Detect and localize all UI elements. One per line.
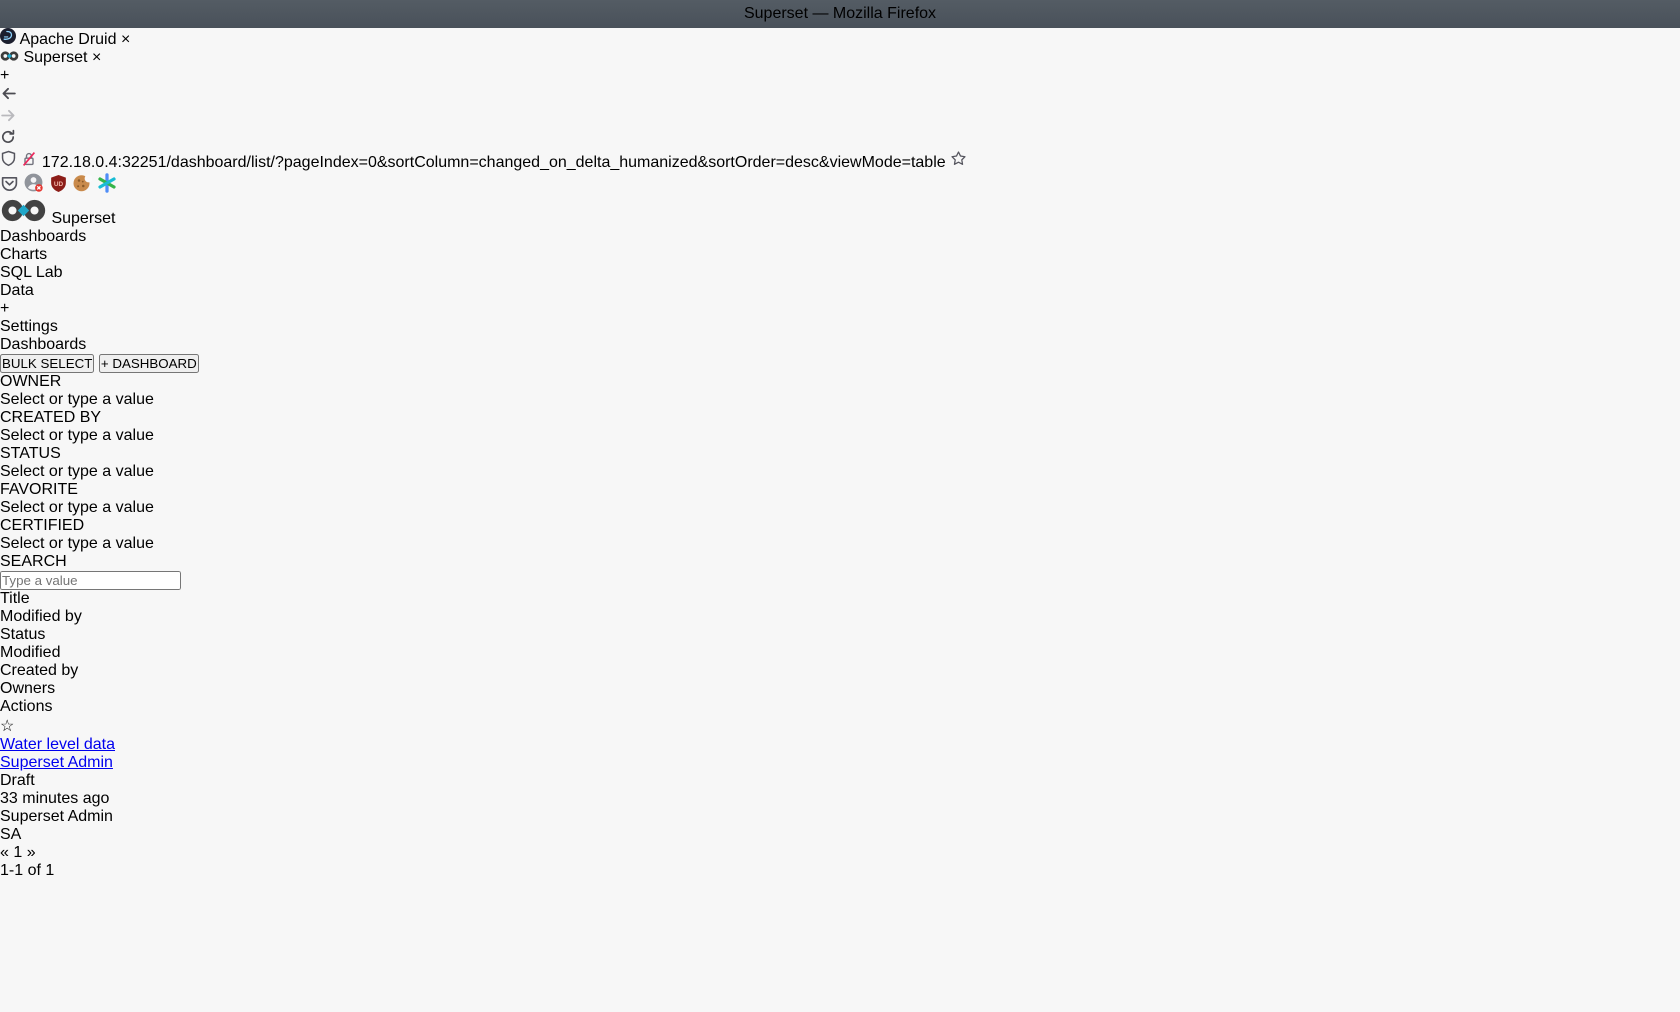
nav-item-dashboards[interactable]: Dashboards (0, 228, 1680, 246)
brand-text: Superset (51, 210, 115, 227)
next-page-button[interactable]: » (27, 844, 36, 861)
pagination-summary: 1-1 of 1 (0, 862, 1680, 880)
tab-close-icon[interactable]: × (121, 31, 130, 48)
page-title: Dashboards (0, 336, 1680, 354)
plus-icon: + (0, 300, 9, 317)
asterisk-icon (97, 173, 117, 193)
url-bar[interactable]: 172.18.0.4:32251/dashboard/list/?pageInd… (0, 150, 1680, 172)
filter-label-favorite: FAVORITE (0, 481, 1680, 499)
reload-button[interactable] (0, 129, 1680, 150)
settings-menu-button[interactable]: Settings (0, 318, 1680, 336)
url-text: 172.18.0.4:32251/dashboard/list/?pageInd… (42, 154, 946, 171)
favorite-star-button[interactable]: ☆ (0, 718, 14, 735)
window-title: Superset — Mozilla Firefox (744, 5, 936, 23)
tab-label: Apache Druid (20, 31, 117, 48)
created-by-filter-select[interactable]: Select or type a value (0, 427, 1680, 445)
adblock-shield-icon: UD (49, 174, 68, 193)
insecure-lock-icon[interactable] (21, 154, 41, 171)
extension-asterisk-button[interactable] (97, 180, 117, 197)
certified-filter-select[interactable]: Select or type a value (0, 535, 1680, 553)
back-icon (0, 85, 17, 102)
new-tab-button[interactable]: + (0, 67, 1680, 85)
tab-label: Superset (23, 49, 87, 66)
new-item-menu-button[interactable]: + (0, 300, 1680, 318)
filter-label-search: SEARCH (0, 553, 1680, 571)
druid-favicon-icon (0, 31, 20, 48)
superset-logo-icon (0, 210, 51, 227)
filter-label-certified: CERTIFIED (0, 517, 1680, 535)
cookie-button[interactable] (72, 180, 96, 197)
svg-text:UD: UD (54, 181, 64, 188)
favorite-filter-select[interactable]: Select or type a value (0, 499, 1680, 517)
column-header-owners: Owners (0, 680, 55, 697)
account-icon (23, 172, 44, 193)
column-header-title[interactable]: Title (0, 590, 30, 607)
plus-icon: + (101, 356, 109, 371)
column-header-actions: Actions (0, 698, 52, 715)
tab-close-icon[interactable]: × (92, 49, 101, 66)
dashboard-title-link[interactable]: Water level data (0, 736, 115, 753)
created-by-text: Superset Admin (0, 808, 113, 825)
bookmark-star-icon[interactable] (950, 154, 967, 171)
adblock-shield-button[interactable]: UD (49, 180, 72, 197)
nav-item-sql-lab[interactable]: SQL Lab (0, 264, 1680, 282)
status-filter-select[interactable]: Select or type a value (0, 463, 1680, 481)
owner-avatar[interactable]: SA (0, 826, 21, 843)
superset-brand[interactable]: Superset (0, 198, 1680, 228)
forward-button[interactable] (0, 107, 1680, 129)
column-header-modified-by[interactable]: Modified by (0, 608, 82, 625)
filter-label-owner: OWNER (0, 373, 1680, 391)
back-button[interactable] (0, 85, 1680, 107)
column-header-modified[interactable]: Modified (0, 644, 60, 661)
bulk-select-button[interactable]: BULK SELECT (0, 354, 94, 373)
browser-tab-superset[interactable]: Superset × (0, 49, 1680, 67)
dashboards-table: Title Modified by Status Modified Create… (0, 590, 1680, 844)
reload-icon (0, 129, 16, 145)
pocket-button[interactable] (0, 180, 23, 197)
search-input[interactable] (0, 571, 181, 590)
window-titlebar: Superset — Mozilla Firefox (0, 0, 1680, 28)
browser-tab-apache-druid[interactable]: Apache Druid × (0, 28, 1680, 49)
firefox-logo-icon (4, 2, 27, 25)
filter-bar: OWNER Select or type a value CREATED BY … (0, 373, 1680, 590)
owner-filter-select[interactable]: Select or type a value (0, 391, 1680, 409)
column-header-created-by: Created by (0, 662, 78, 679)
nav-item-charts[interactable]: Charts (0, 246, 1680, 264)
new-dashboard-button[interactable]: + DASHBOARD (99, 354, 199, 373)
prev-page-button[interactable]: « (0, 844, 9, 861)
modified-by-link[interactable]: Superset Admin (0, 754, 113, 771)
status-text: Draft (0, 772, 35, 789)
app-header: Superset Dashboards Charts SQL Lab Data … (0, 198, 1680, 336)
table-row: ☆ Water level data Superset Admin Draft … (0, 716, 1680, 844)
shield-icon[interactable] (0, 154, 21, 171)
page-1-button[interactable]: 1 (13, 844, 22, 861)
superset-favicon-icon (0, 49, 23, 66)
account-button[interactable] (23, 180, 48, 197)
column-header-status[interactable]: Status (0, 626, 45, 643)
filter-label-status: STATUS (0, 445, 1680, 463)
browser-toolbar: 172.18.0.4:32251/dashboard/list/?pageInd… (0, 85, 1680, 198)
forward-icon (0, 107, 17, 124)
pocket-icon (0, 174, 19, 193)
browser-tab-bar: Apache Druid × Superset × + (0, 28, 1680, 85)
nav-item-data[interactable]: Data (0, 282, 1680, 300)
dashboards-page: Dashboards BULK SELECT + DASHBOARD OWNER… (0, 336, 1680, 880)
pagination: « 1 » (0, 844, 1680, 862)
cookie-icon (72, 173, 92, 193)
filter-label-created-by: CREATED BY (0, 409, 1680, 427)
modified-text: 33 minutes ago (0, 790, 109, 807)
